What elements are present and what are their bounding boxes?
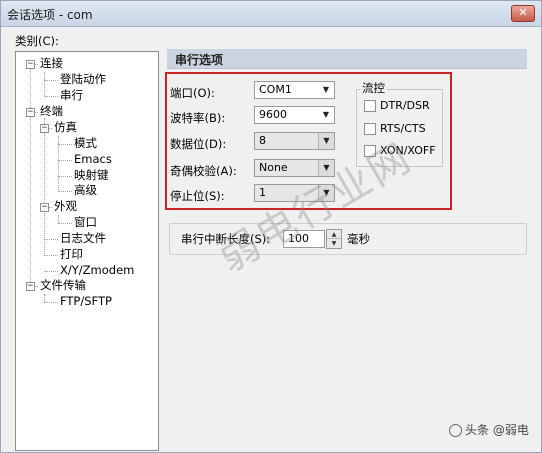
tree-item-ftp-sftp[interactable]: FTP/SFTP xyxy=(58,294,114,309)
category-label: 类别(C): xyxy=(15,34,59,48)
rts-cts-checkbox[interactable] xyxy=(364,123,376,135)
dtr-dsr-checkbox[interactable] xyxy=(364,100,376,112)
watermark-logo-icon xyxy=(449,424,462,437)
panel-header: 串行选项 xyxy=(167,49,527,69)
session-options-window: 会话选项 - com ✕ 类别(C): − 连接 登陆动作 串行 − 终端 − … xyxy=(0,0,542,453)
dtr-dsr-label: DTR/DSR xyxy=(380,99,430,112)
expander-icon[interactable]: − xyxy=(26,108,35,117)
data-bits-select[interactable]: 8 ▼ xyxy=(254,132,335,150)
watermark-footer: 头条 @弱电 xyxy=(449,421,529,438)
tree-item-modes[interactable]: 模式 xyxy=(72,136,99,151)
spin-down-icon[interactable]: ▼ xyxy=(327,239,341,248)
tree-item-log-file[interactable]: 日志文件 xyxy=(58,231,108,246)
parity-label: 奇偶校验(A): xyxy=(170,164,237,178)
tree-item-serial[interactable]: 串行 xyxy=(58,88,85,103)
chevron-down-icon: ▼ xyxy=(318,133,334,149)
port-select[interactable]: COM1 ▼ xyxy=(254,81,335,99)
expander-icon[interactable]: − xyxy=(40,203,49,212)
port-label: 端口(O): xyxy=(170,86,215,100)
baud-rate-label: 波特率(B): xyxy=(170,111,226,125)
break-length-unit: 毫秒 xyxy=(347,232,370,246)
flow-control-title: 流控 xyxy=(360,80,387,96)
tree-item-advanced[interactable]: 高级 xyxy=(72,183,99,198)
baud-rate-select[interactable]: 9600 ▼ xyxy=(254,106,335,124)
chevron-down-icon: ▼ xyxy=(322,110,330,119)
tree-item-emulation[interactable]: 仿真 xyxy=(52,120,79,135)
expander-icon[interactable]: − xyxy=(40,124,49,133)
tree-item-appearance[interactable]: 外观 xyxy=(52,199,79,214)
tree-item-connection[interactable]: 连接 xyxy=(38,56,65,71)
close-button[interactable]: ✕ xyxy=(511,5,535,22)
tree-item-window[interactable]: 窗口 xyxy=(72,215,99,230)
title-bar: 会话选项 - com ✕ xyxy=(1,1,541,27)
expander-icon[interactable]: − xyxy=(26,60,35,69)
tree-item-printing[interactable]: 打印 xyxy=(58,247,85,262)
panel-title: 串行选项 xyxy=(175,53,224,67)
tree-item-file-transfer[interactable]: 文件传输 xyxy=(38,278,88,293)
window-title: 会话选项 - com xyxy=(7,8,93,22)
tree-item-mapped-keys[interactable]: 映射键 xyxy=(72,168,111,183)
expander-icon[interactable]: − xyxy=(26,282,35,291)
stop-bits-label: 停止位(S): xyxy=(170,189,225,203)
spin-up-icon[interactable]: ▲ xyxy=(327,230,341,239)
tree-item-terminal[interactable]: 终端 xyxy=(38,104,65,119)
tree-item-xyzmodem[interactable]: X/Y/Zmodem xyxy=(58,263,136,278)
tree-item-logon-actions[interactable]: 登陆动作 xyxy=(58,72,108,87)
chevron-down-icon: ▼ xyxy=(322,85,330,94)
category-tree[interactable]: − 连接 登陆动作 串行 − 终端 − 仿真 模式 Emacs 映射键 高级 −… xyxy=(15,51,159,451)
tree-item-emacs[interactable]: Emacs xyxy=(72,152,114,167)
break-length-spinner[interactable]: ▲ ▼ xyxy=(326,229,342,249)
data-bits-label: 数据位(D): xyxy=(170,137,227,151)
